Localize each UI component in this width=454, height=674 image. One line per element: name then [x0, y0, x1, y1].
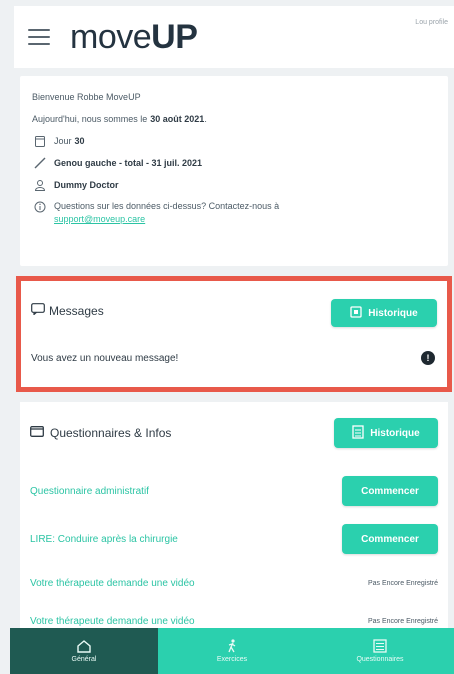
contact-text: Questions sur les données ci-dessus? Con… — [54, 201, 280, 224]
questionnaires-section: Questionnaires & Infos Historique Questi… — [20, 402, 448, 652]
nav-label: Exercices — [216, 656, 248, 663]
history-icon — [350, 305, 362, 321]
questionnaire-row: Questionnaire administratif Commencer — [30, 474, 438, 508]
pencil-icon — [32, 156, 48, 170]
home-icon — [77, 639, 91, 653]
app-header: moveUP Lou profile — [14, 6, 454, 68]
clipboard-icon — [30, 426, 44, 440]
nav-label: Général — [71, 655, 97, 663]
surgery-line: Genou gauche - total - 31 juil. 2021 — [32, 152, 436, 174]
questionnaires-title-row: Questionnaires & Infos — [30, 426, 171, 440]
questionnaires-title: Questionnaires & Infos — [50, 426, 172, 440]
questionnaires-history-button[interactable]: Historique — [334, 418, 438, 448]
nav-label: Questionnaires — [356, 656, 404, 663]
messages-history-button[interactable]: Historique — [331, 299, 437, 327]
questionnaire-row: Votre thérapeute demande une vidéo Pas E… — [30, 566, 438, 600]
doctor-name: Dummy Doctor — [54, 180, 119, 190]
video-status-text: Pas Encore Enregistré — [367, 579, 438, 587]
questionnaire-link[interactable]: Votre thérapeute demande une vidéo — [30, 578, 195, 589]
nav-item-exercises[interactable]: Exercices — [158, 628, 306, 674]
messages-title: Messages — [49, 303, 104, 318]
bottom-navigation: Général Exercices Questionnaires — [10, 628, 454, 674]
today-line: Aujourd'hui, nous sommes le 30 août 2021. — [32, 114, 207, 124]
message-icon — [31, 303, 45, 318]
nav-item-questionnaires[interactable]: Questionnaires — [306, 628, 454, 674]
new-message-badge: ! — [421, 351, 435, 365]
list-icon — [352, 424, 364, 442]
support-email-link[interactable]: support@moveup.care — [54, 214, 145, 224]
list-icon — [373, 639, 387, 653]
day-line: Jour 30 — [32, 130, 436, 152]
hamburger-menu-icon[interactable] — [28, 29, 50, 45]
video-status-text: Pas Encore Enregistré — [367, 617, 438, 625]
profile-corner-text[interactable]: Lou profile — [408, 18, 448, 27]
patient-info-card: Bienvenue Robbe MoveUP Aujourd'hui, nous… — [20, 76, 448, 266]
app-screen: moveUP Lou profile Bienvenue Robbe MoveU… — [0, 0, 454, 674]
calendar-icon — [32, 134, 48, 148]
day-value: 30 — [74, 136, 85, 146]
nav-item-general[interactable]: Général — [10, 628, 158, 674]
info-circle-icon — [32, 200, 48, 214]
questionnaire-link[interactable]: LIRE: Conduire après la chirurgie — [30, 534, 178, 545]
start-button[interactable]: Commencer — [342, 476, 438, 506]
questionnaire-link[interactable]: Questionnaire administratif — [30, 486, 149, 497]
messages-section: Messages Historique Vous avez un nouveau… — [16, 276, 452, 392]
walking-person-icon — [226, 639, 238, 653]
new-message-text[interactable]: Vous avez un nouveau message! — [31, 353, 178, 364]
questionnaire-link[interactable]: Votre thérapeute demande une vidéo — [30, 616, 195, 627]
start-button[interactable]: Commencer — [342, 524, 438, 554]
surgery-text: Genou gauche - total - 31 juil. 2021 — [54, 158, 203, 168]
person-icon — [32, 178, 48, 192]
app-logo: moveUP — [70, 17, 198, 56]
doctor-line: Dummy Doctor — [32, 174, 436, 196]
welcome-text: Bienvenue Robbe MoveUP — [32, 92, 141, 102]
messages-title-row: Messages — [31, 303, 104, 318]
contact-line: Questions sur les données ci-dessus? Con… — [32, 196, 436, 226]
today-date: 30 août 2021 — [150, 114, 205, 124]
questionnaire-row: LIRE: Conduire après la chirurgie Commen… — [30, 522, 438, 556]
